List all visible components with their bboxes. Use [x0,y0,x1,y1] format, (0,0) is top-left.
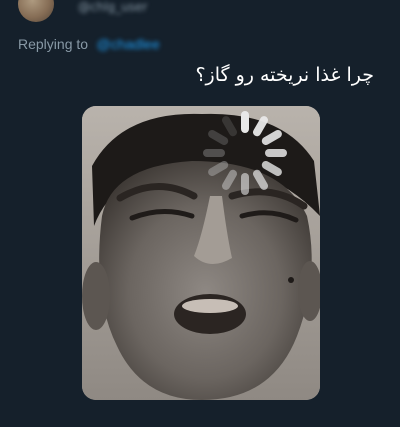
replying-to-label: Replying to [18,36,89,52]
replying-to-handle[interactable]: @chadlee [97,36,160,52]
author-handle[interactable]: @chlg_user [78,0,147,14]
tweet-text: چرا غذا نریخته رو گاز؟ [195,64,374,86]
tweet-header: @chlg_user [0,0,400,22]
tweet-photo[interactable] [82,106,320,400]
replying-to: Replying to @chadlee [18,36,160,53]
avatar[interactable] [18,0,54,22]
loading-spinner-icon [203,111,287,195]
